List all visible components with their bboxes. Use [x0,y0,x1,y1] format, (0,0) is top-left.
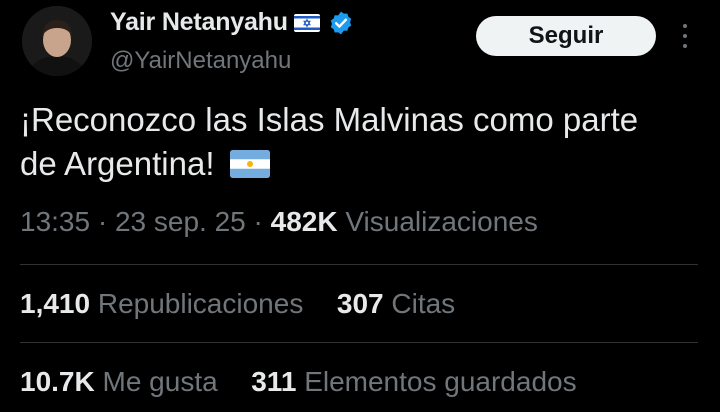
meta-separator: · [97,206,108,237]
avatar-image [22,6,92,76]
quotes-count: 307 [336,288,384,319]
bookmarks-stat[interactable]: 311 Elementos guardados [251,366,576,397]
stats-row-likes: 10.7K Me gusta 311 Elementos guardados [20,366,577,398]
divider [20,342,698,343]
tweet-date[interactable]: 23 sep. 25 [115,206,246,237]
avatar[interactable] [22,6,92,76]
divider [20,264,698,265]
more-options-icon[interactable] [676,22,694,50]
israel-flag-icon [293,13,320,32]
meta-separator: · [253,206,263,237]
tweet-text: ¡Reconozco las Islas Malvinas como parte… [20,101,639,182]
argentina-flag-icon [229,150,270,178]
display-name[interactable]: Yair Netanyahu [110,8,288,37]
views-label: Visualizaciones [345,206,538,237]
author-name-row: Yair Netanyahu [110,8,354,37]
likes-count: 10.7K [20,366,95,397]
follow-button[interactable]: Seguir [476,16,656,56]
verified-badge-icon[interactable] [328,10,354,36]
views-count: 482K [270,206,338,237]
quotes-label: Citas [391,288,456,319]
bookmarks-count: 311 [251,366,297,397]
tweet-body: ¡Reconozco las Islas Malvinas como parte… [20,98,680,186]
quotes-stat[interactable]: 307 Citas [337,288,455,319]
tweet-time[interactable]: 13:35 [20,206,90,237]
likes-label: Me gusta [102,366,218,397]
author-handle[interactable]: @YairNetanyahu [110,47,291,75]
likes-stat[interactable]: 10.7K Me gusta [20,366,225,397]
tweet-meta: 13:35 · 23 sep. 25 · 482K Visualizacione… [20,206,538,238]
stats-row-reposts: 1,410 Republicaciones 307 Citas [20,288,455,320]
bookmarks-label: Elementos guardados [304,366,577,397]
reposts-label: Republicaciones [97,288,304,319]
reposts-count: 1,410 [20,288,91,319]
reposts-stat[interactable]: 1,410 Republicaciones [20,288,311,319]
